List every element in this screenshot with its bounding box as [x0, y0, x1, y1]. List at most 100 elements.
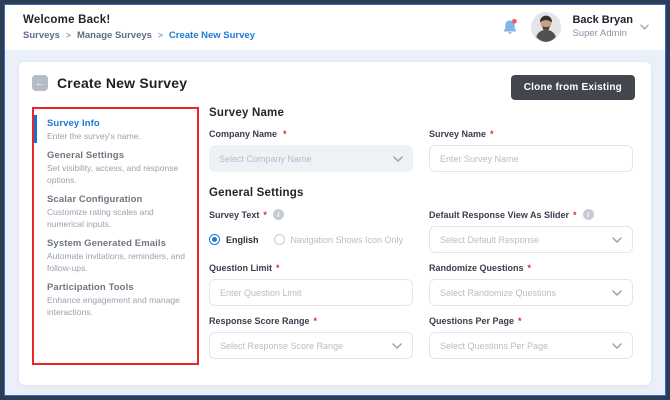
required-asterisk: * [283, 129, 287, 139]
window-frame: Welcome Back! Surveys > Manage Surveys >… [0, 0, 670, 400]
breadcrumb-manage-surveys[interactable]: Manage Surveys [77, 30, 152, 41]
page-title: Welcome Back! [23, 14, 255, 26]
section-title-general-settings: General Settings [209, 187, 633, 199]
section-title-survey-name: Survey Name [209, 107, 633, 119]
chevron-down-icon [393, 156, 403, 162]
field-label: Question Limit * [209, 263, 413, 273]
breadcrumb: Surveys > Manage Surveys > Create New Su… [23, 30, 255, 41]
sidebar-item-scalar-configuration[interactable]: Scalar Configuration Customize rating sc… [34, 194, 187, 230]
sidebar-item-system-generated-emails[interactable]: System Generated Emails Automate invitat… [34, 238, 187, 274]
default-response-select[interactable]: Select Default Response [429, 226, 633, 253]
sidebar-item-title: Survey Info [47, 118, 187, 129]
radio-label: Navigation Shows Icon Only [291, 235, 404, 245]
chevron-down-icon [612, 237, 622, 243]
field-label: Randomize Questions * [429, 263, 633, 273]
topbar-left: Welcome Back! Surveys > Manage Surveys >… [23, 14, 255, 41]
randomize-questions-select[interactable]: Select Randomize Questions [429, 279, 633, 306]
field-response-score-range: Response Score Range * Select Response S… [209, 306, 413, 359]
back-arrow-icon: ← [35, 78, 45, 89]
user-role: Super Admin [572, 28, 633, 40]
sidebar-item-desc: Customize rating scales and numerical in… [47, 207, 187, 230]
sidebar-item-general-settings[interactable]: General Settings Set visibility, access,… [34, 150, 187, 186]
form-row-4: Response Score Range * Select Response S… [209, 306, 633, 359]
radio-label: English [226, 235, 259, 245]
survey-text-radio-group: English Navigation Shows Icon Only [209, 226, 413, 253]
content-area: ← Create New Survey Clone from Existing … [5, 50, 665, 395]
info-icon[interactable]: i [273, 209, 284, 220]
chevron-down-icon [612, 290, 622, 296]
company-name-select[interactable]: Select Company Name [209, 145, 413, 172]
select-placeholder: Select Default Response [440, 235, 539, 245]
card-header-left: ← Create New Survey [32, 75, 187, 91]
chevron-down-icon [640, 24, 649, 30]
breadcrumb-separator: > [66, 30, 71, 40]
sidebar-item-participation-tools[interactable]: Participation Tools Enhance engagement a… [34, 282, 187, 318]
back-button[interactable]: ← [32, 75, 48, 91]
card-header: ← Create New Survey Clone from Existing [32, 75, 635, 100]
label-text: Questions Per Page [429, 316, 514, 326]
select-placeholder: Select Response Score Range [220, 341, 343, 351]
user-menu[interactable]: Back Bryan Super Admin [572, 14, 649, 40]
field-default-response: Default Response View As Slider * i Sele… [429, 199, 633, 253]
panel-title: Create New Survey [57, 75, 187, 91]
field-label: Questions Per Page * [429, 316, 633, 326]
required-asterisk: * [573, 210, 577, 220]
label-text: Company Name [209, 129, 277, 139]
field-label: Default Response View As Slider * i [429, 209, 633, 220]
field-survey-name: Survey Name * [429, 119, 633, 172]
questions-per-page-select[interactable]: Select Questions Per Page [429, 332, 633, 359]
user-avatar[interactable] [531, 12, 561, 42]
chevron-down-icon [392, 343, 402, 349]
required-asterisk: * [263, 210, 267, 220]
field-questions-per-page: Questions Per Page * Select Questions Pe… [429, 306, 633, 359]
required-asterisk: * [314, 316, 318, 326]
radio-english[interactable]: English [209, 234, 259, 245]
user-meta: Back Bryan Super Admin [572, 14, 633, 40]
create-survey-card: ← Create New Survey Clone from Existing … [19, 62, 651, 385]
required-asterisk: * [276, 263, 280, 273]
app-window: Welcome Back! Surveys > Manage Surveys >… [4, 4, 666, 396]
select-placeholder: Select Randomize Questions [440, 288, 556, 298]
required-asterisk: * [490, 129, 494, 139]
sidebar-item-survey-info[interactable]: Survey Info Enter the survey's name. [34, 118, 187, 142]
select-placeholder: Select Company Name [219, 154, 312, 164]
field-company-name: Company Name * Select Company Name [209, 119, 413, 172]
card-body: Survey Info Enter the survey's name. Gen… [32, 107, 635, 385]
required-asterisk: * [518, 316, 522, 326]
label-text: Survey Text [209, 210, 259, 220]
sidebar-item-desc: Set visibility, access, and response opt… [47, 163, 187, 186]
label-text: Randomize Questions [429, 263, 524, 273]
field-survey-text: Survey Text * i English [209, 199, 413, 253]
field-label: Survey Text * i [209, 209, 413, 220]
field-label: Survey Name * [429, 129, 633, 139]
sidebar-item-desc: Enter the survey's name. [47, 131, 187, 142]
notification-bell-icon[interactable] [500, 17, 520, 37]
field-randomize-questions: Randomize Questions * Select Randomize Q… [429, 253, 633, 306]
clone-from-existing-button[interactable]: Clone from Existing [511, 75, 635, 100]
user-name: Back Bryan [572, 14, 633, 28]
radio-dot-icon [209, 234, 220, 245]
sidebar-item-desc: Automate invitations, reminders, and fol… [47, 251, 187, 274]
breadcrumb-separator: > [158, 30, 163, 40]
radio-navigation-shows-icon-only[interactable]: Navigation Shows Icon Only [274, 234, 404, 245]
sidebar-item-title: Scalar Configuration [47, 194, 187, 205]
sidebar-item-title: System Generated Emails [47, 238, 187, 249]
form-row-2: Survey Text * i English [209, 199, 633, 253]
sidebar-highlight-box: Survey Info Enter the survey's name. Gen… [32, 107, 199, 365]
sidebar-item-desc: Enhance engagement and manage interactio… [47, 295, 187, 318]
survey-name-input[interactable] [429, 145, 633, 172]
radio-dot-icon [274, 234, 285, 245]
label-text: Response Score Range [209, 316, 310, 326]
sidebar-item-title: General Settings [47, 150, 187, 161]
label-text: Question Limit [209, 263, 272, 273]
chevron-down-icon [612, 343, 622, 349]
info-icon[interactable]: i [583, 209, 594, 220]
select-placeholder: Select Questions Per Page [440, 341, 548, 351]
survey-form: Survey Name Company Name * Select Compan… [209, 107, 635, 385]
field-label: Response Score Range * [209, 316, 413, 326]
sidebar-item-title: Participation Tools [47, 282, 187, 293]
response-score-range-select[interactable]: Select Response Score Range [209, 332, 413, 359]
form-row-3: Question Limit * Randomize Questions * [209, 253, 633, 306]
question-limit-input[interactable] [209, 279, 413, 306]
breadcrumb-surveys[interactable]: Surveys [23, 30, 60, 41]
